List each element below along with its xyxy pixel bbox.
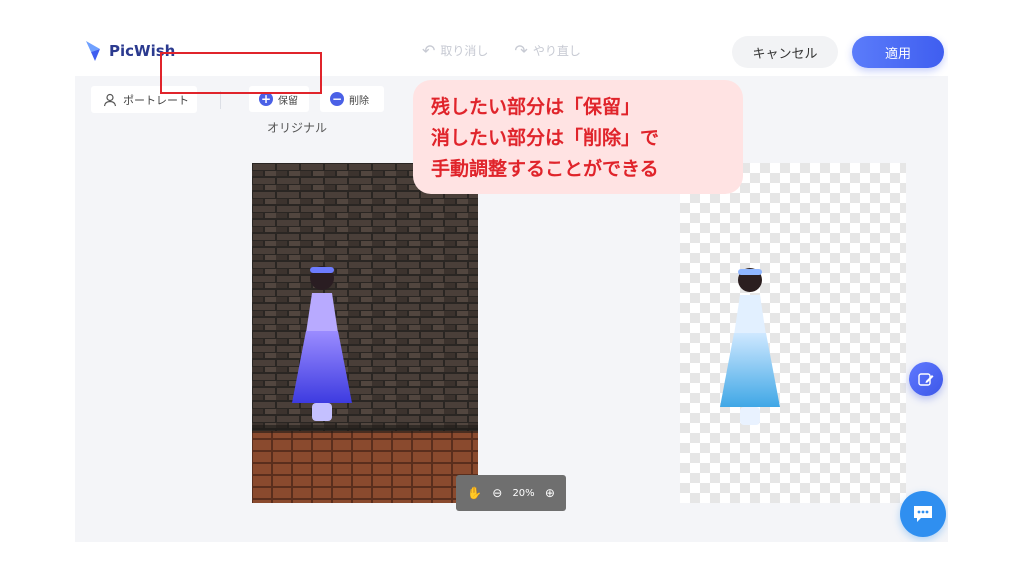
cutout-preview — [680, 163, 906, 503]
redo-button[interactable]: ↷ やり直し — [514, 42, 580, 59]
highlight-box — [160, 52, 322, 94]
apply-button[interactable]: 適用 — [852, 36, 944, 68]
delete-button[interactable]: − 削除 — [320, 86, 384, 112]
zoom-out-icon[interactable]: ⊖ — [492, 486, 502, 500]
delete-label: 削除 — [349, 95, 369, 107]
chat-icon — [914, 506, 932, 522]
undo-label: 取り消し — [440, 44, 489, 58]
edit-icon — [918, 373, 934, 386]
redo-icon: ↷ — [514, 40, 528, 60]
callout-line-1: 残したい部分は「保留」 — [431, 96, 641, 118]
chat-button[interactable] — [900, 491, 946, 537]
undo-icon: ↶ — [422, 40, 436, 60]
callout-line-2: 消したい部分は「削除」で — [431, 127, 660, 149]
original-photo — [252, 163, 478, 503]
plus-icon: + — [259, 92, 273, 106]
redo-label: やり直し — [532, 44, 581, 58]
history-controls: ↶ 取り消し ↷ やり直し — [422, 42, 581, 59]
minus-icon: − — [330, 92, 344, 106]
zoom-in-icon[interactable]: ⊕ — [545, 486, 555, 500]
original-label: オリジナル — [267, 121, 328, 135]
zoom-level: 20% — [512, 487, 535, 499]
zoom-bar: ✋ ⊖ 20% ⊕ — [456, 475, 566, 511]
person-icon — [103, 93, 117, 106]
undo-button[interactable]: ↶ 取り消し — [422, 42, 488, 59]
callout-annotation: 残したい部分は「保留」 消したい部分は「削除」で 手動調整することができる — [413, 80, 743, 194]
callout-line-3: 手動調整することができる — [431, 158, 659, 180]
picwish-logo-icon — [86, 41, 100, 61]
edit-button[interactable] — [909, 362, 943, 396]
hand-icon[interactable]: ✋ — [467, 486, 482, 500]
cancel-button[interactable]: キャンセル — [732, 36, 838, 68]
